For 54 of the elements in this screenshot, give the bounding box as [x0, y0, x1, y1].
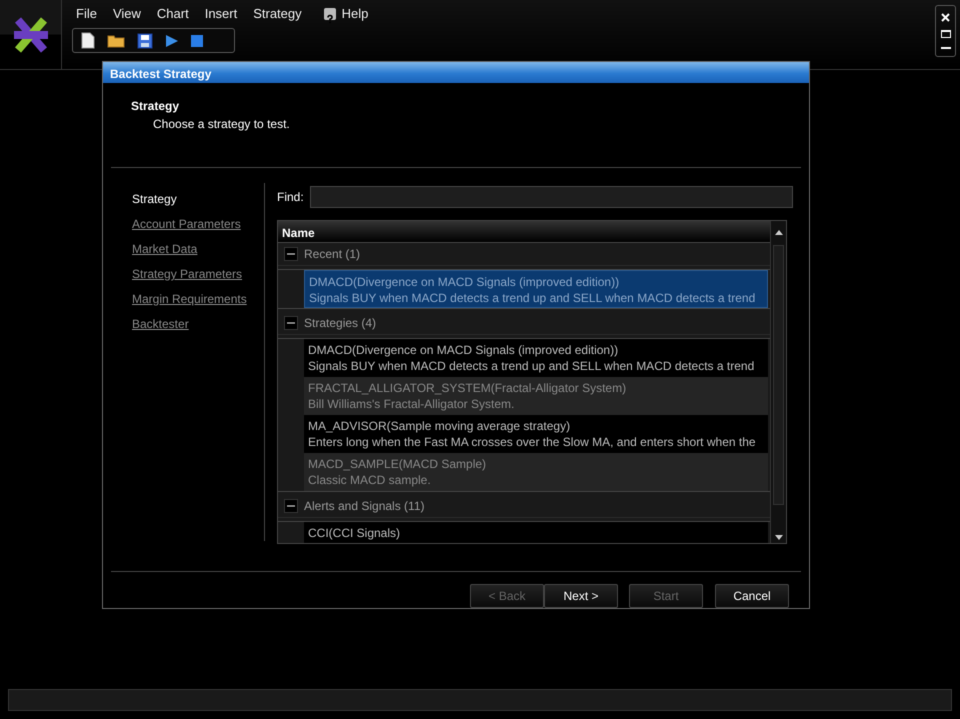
find-label: Find: [277, 189, 304, 206]
play-icon[interactable] [165, 34, 179, 48]
strategy-row[interactable]: CCI(CCI Signals) [304, 522, 768, 543]
strategy-title: MA_ADVISOR(Sample moving average strategy) [308, 418, 570, 434]
strategy-row[interactable]: DMACD(Divergence on MACD Signals (improved edition)) Signals BUY when MACD detects a trend up and SELL when MACD detects a trend [304, 339, 768, 377]
strategy-description: Signals BUY when MACD detects a trend up and SELL when MACD detects a trend [309, 290, 756, 306]
wizard-step-link[interactable]: Backtester [132, 315, 189, 333]
group-label: Alerts and Signals (11) [304, 498, 425, 515]
strategy-description: Enters long when the Fast MA crosses over the Slow MA, and enters short when the [308, 434, 756, 450]
strategy-row[interactable]: MA_ADVISOR(Sample moving average strategy) Enters long when the Fast MA crosses over the Slow MA, and enters short when the [304, 415, 768, 453]
help-menu[interactable]: Help [316, 4, 376, 24]
strategy-description: Signals BUY when MACD detects a trend up and SELL when MACD detects a trend [308, 358, 754, 374]
strategy-description: Bill Williams's Fractal-Alligator System. [308, 396, 514, 412]
wizard-step-link[interactable]: Market Data [132, 240, 198, 258]
group-label: Strategies (4) [304, 315, 376, 332]
menu-item[interactable]: View [104, 4, 149, 24]
wizard-step-link[interactable]: Account Parameters [132, 215, 241, 233]
wizard-step-link[interactable]: Strategy [132, 190, 177, 208]
strategy-title: CCI(CCI Signals) [308, 525, 400, 541]
close-icon[interactable] [941, 13, 950, 22]
menu-item[interactable]: Insert [196, 4, 246, 24]
strategy-title: DMACD(Divergence on MACD Signals (improved edition)) [308, 342, 618, 358]
strategy-title: FRACTAL_ALLIGATOR_SYSTEM(Fractal-Alligator System) [308, 380, 626, 396]
strategy-row[interactable]: MACD_SAMPLE(MACD Sample) Classic MACD sample. [304, 453, 768, 491]
strategy-description: Classic MACD sample. [308, 472, 431, 488]
new-file-icon[interactable] [81, 32, 95, 49]
wizard-button[interactable]: Cancel [715, 584, 789, 608]
page-subtitle: Choose a strategy to test. [153, 116, 290, 133]
wizard-step-link[interactable]: Margin Requirements [132, 290, 247, 308]
menu-item[interactable]: Strategy [245, 4, 310, 24]
find-field[interactable] [310, 186, 793, 208]
scroll-down-icon[interactable] [774, 535, 782, 540]
column-header[interactable]: Name [278, 221, 770, 243]
maximize-icon[interactable] [940, 30, 950, 38]
dialog-title: Backtest Strategy [103, 62, 809, 83]
menu-item[interactable]: Chart [148, 4, 197, 24]
strategy-row[interactable]: DMACD(Divergence on MACD Signals (improved edition)) Signals BUY when MACD detects a trend up and SELL when MACD detects a trend [304, 270, 768, 308]
wizard-button[interactable]: Next > [544, 584, 618, 608]
strategy-row[interactable]: FRACTAL_ALLIGATOR_SYSTEM(Fractal-Alligator System) Bill Williams's Fractal-Alligator System. [304, 377, 768, 415]
scrollbar-thumb[interactable] [773, 245, 784, 505]
minus-toggle-icon[interactable] [284, 316, 298, 330]
group-label: Recent (1) [304, 246, 360, 263]
menu-item[interactable]: File [68, 4, 105, 24]
minus-toggle-icon[interactable] [284, 247, 298, 261]
strategy-title: DMACD(Divergence on MACD Signals (improved edition)) [309, 274, 620, 290]
folder-icon[interactable] [107, 34, 125, 48]
minus-toggle-icon[interactable] [284, 499, 298, 513]
strategy-title: MACD_SAMPLE(MACD Sample) [308, 456, 486, 472]
page-heading: Strategy [131, 98, 180, 115]
wizard-step-link[interactable]: Strategy Parameters [132, 265, 242, 283]
save-icon[interactable] [137, 32, 153, 48]
stop-icon[interactable] [191, 34, 203, 46]
scroll-up-icon[interactable] [774, 230, 782, 234]
minimize-icon[interactable] [940, 46, 950, 49]
